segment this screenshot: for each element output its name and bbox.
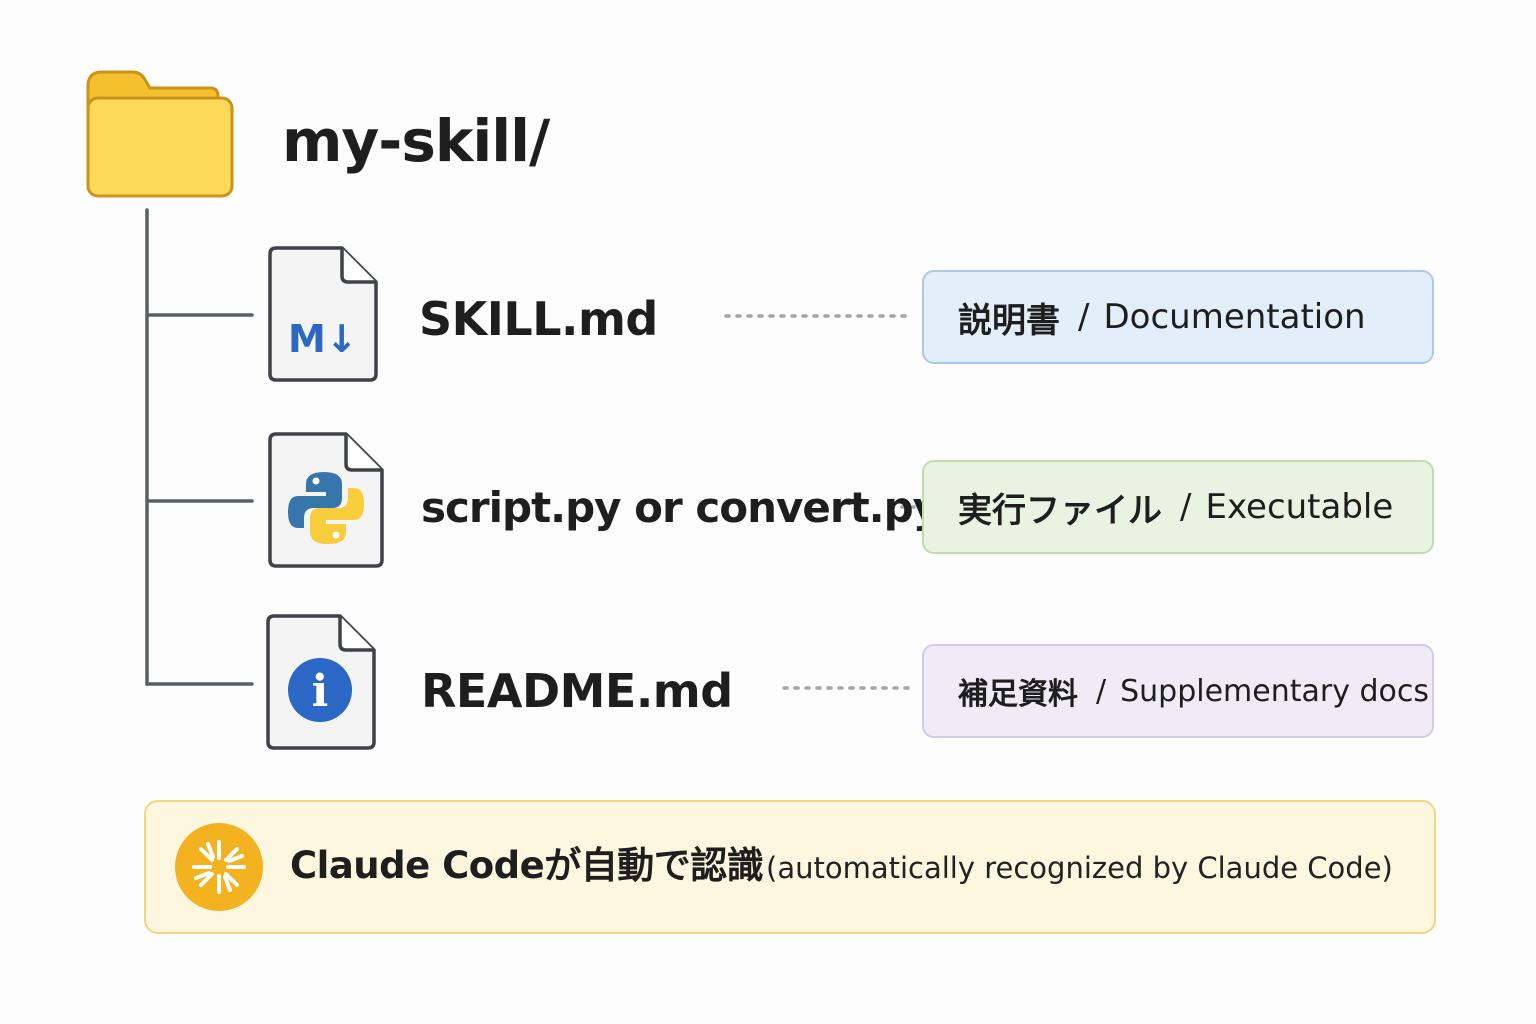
- file-name-readme[interactable]: README.md: [421, 661, 733, 721]
- claude-sparkle-icon: [175, 823, 263, 911]
- folder-icon[interactable]: [84, 68, 236, 202]
- python-file-icon[interactable]: [266, 430, 388, 570]
- description-executable: 実行ファイル / Executable: [922, 460, 1434, 554]
- description-en: Documentation: [1103, 297, 1366, 337]
- description-documentation: 説明書 / Documentation: [922, 270, 1434, 364]
- description-jp: 説明書: [958, 300, 1060, 341]
- markdown-file-icon[interactable]: M↓: [266, 244, 382, 384]
- description-jp: 補足資料: [958, 677, 1078, 712]
- markdown-icon: M↓: [288, 317, 358, 361]
- file-name-script[interactable]: script.py or convert.py: [421, 478, 940, 538]
- description-jp: 実行ファイル: [958, 490, 1162, 531]
- file-name-skill[interactable]: SKILL.md: [419, 289, 658, 349]
- svg-text:i: i: [312, 666, 329, 717]
- description-en: Executable: [1205, 487, 1394, 527]
- callout-main-text: Claude Codeが自動で認識: [290, 844, 764, 887]
- readme-file-icon[interactable]: i: [264, 612, 380, 752]
- separator: /: [1078, 297, 1090, 337]
- skill-structure-diagram: my-skill/ M↓ SKILL.md script.py or conve…: [0, 0, 1536, 1024]
- separator: /: [1096, 673, 1107, 709]
- folder-name[interactable]: my-skill/: [282, 104, 550, 178]
- callout-sub-text: (automatically recognized by Claude Code…: [766, 851, 1393, 885]
- description-supplementary: 補足資料 / Supplementary docs: [922, 644, 1434, 738]
- separator: /: [1180, 487, 1192, 527]
- description-en: Supplementary docs: [1120, 673, 1430, 709]
